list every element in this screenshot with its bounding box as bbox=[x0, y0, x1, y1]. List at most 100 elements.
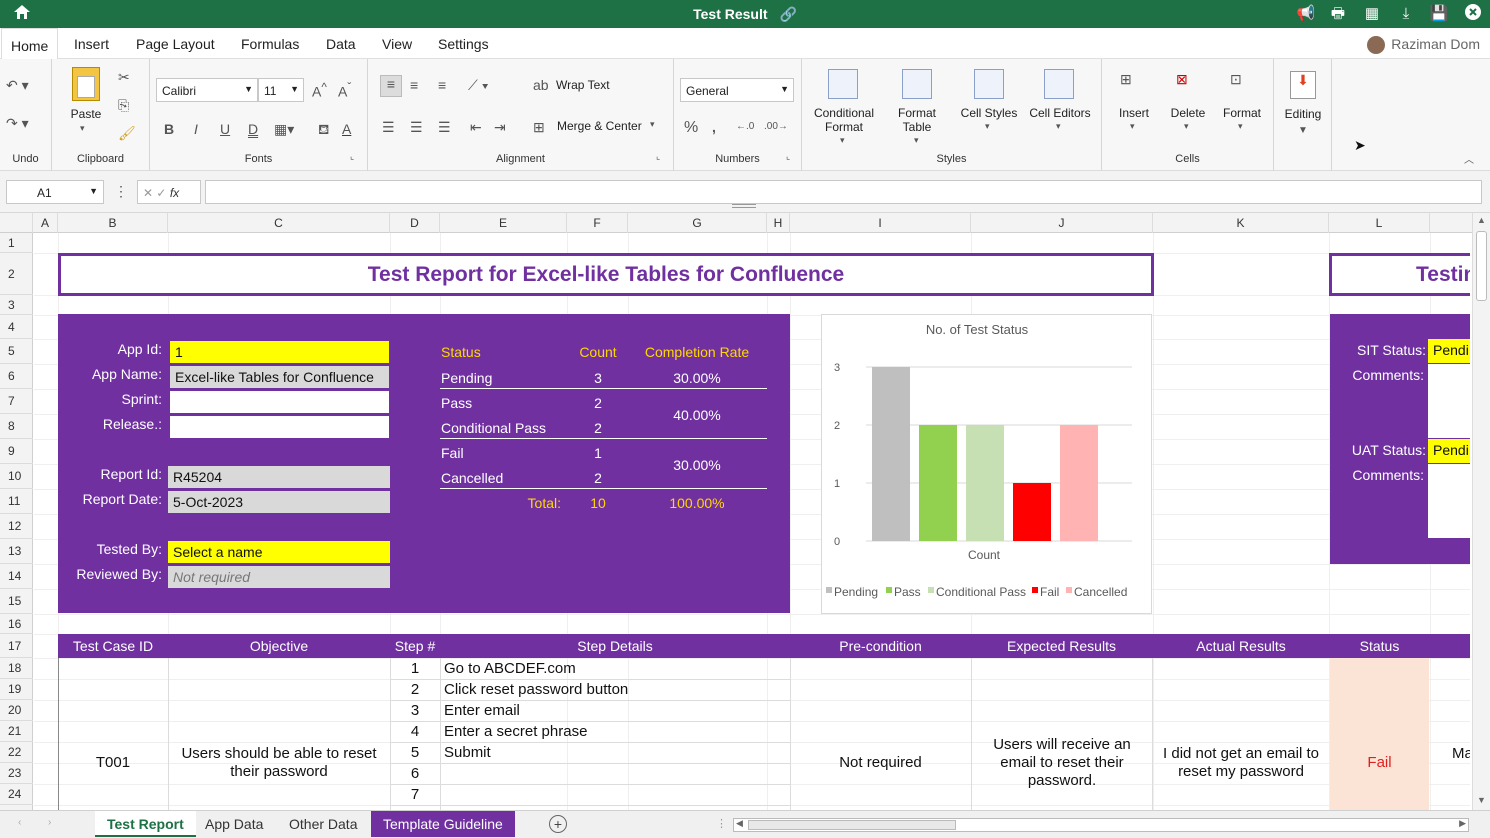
font-color-icon[interactable]: A bbox=[342, 121, 351, 137]
cell-editors-chevron-icon[interactable]: ▾ bbox=[1056, 121, 1061, 132]
fill-color-icon[interactable]: ⛾ bbox=[318, 121, 329, 140]
row-header[interactable]: 20 bbox=[0, 700, 33, 721]
row-header[interactable]: 14 bbox=[0, 564, 33, 589]
actual-results-cell[interactable]: I did not get an email to reset my passw… bbox=[1158, 745, 1324, 781]
close-icon[interactable] bbox=[1463, 4, 1483, 24]
row-header[interactable]: 18 bbox=[0, 658, 33, 679]
row-header[interactable]: 19 bbox=[0, 679, 33, 700]
underline-icon[interactable]: U bbox=[220, 121, 230, 137]
app-name-input[interactable]: Excel-like Tables for Confluence bbox=[170, 366, 389, 388]
tab-next-icon[interactable]: › bbox=[48, 817, 51, 828]
formula-input[interactable] bbox=[205, 180, 1482, 204]
decrease-indent-icon[interactable]: ⇤ bbox=[470, 119, 482, 136]
cell-styles-button[interactable]: Cell Styles bbox=[954, 106, 1024, 120]
tab-insert[interactable]: Insert bbox=[74, 36, 109, 52]
tab-formulas[interactable]: Formulas bbox=[241, 36, 299, 52]
row-header[interactable]: 12 bbox=[0, 514, 33, 539]
percent-icon[interactable]: % bbox=[684, 119, 698, 137]
step-detail[interactable]: Click reset password button bbox=[444, 681, 628, 698]
undo-icon[interactable]: ↶ ▾ bbox=[6, 77, 29, 94]
link-icon[interactable]: 🔗 bbox=[779, 6, 796, 22]
splitter-icon[interactable]: ⋮ bbox=[716, 817, 727, 830]
row-header[interactable]: 1 bbox=[0, 233, 33, 253]
row-header[interactable]: 10 bbox=[0, 464, 33, 489]
overflow-cell[interactable]: Ma bbox=[1452, 745, 1470, 762]
format-table-button[interactable]: Format Table bbox=[886, 106, 948, 134]
row-header[interactable]: 16 bbox=[0, 614, 33, 634]
align-right-icon[interactable]: ☰ bbox=[438, 119, 451, 136]
column-header[interactable]: D bbox=[390, 213, 440, 233]
enter-icon[interactable]: ✓ bbox=[156, 186, 166, 200]
row-header[interactable]: 17 bbox=[0, 634, 33, 658]
align-left-icon[interactable]: ☰ bbox=[382, 119, 395, 136]
cell-editors-icon[interactable] bbox=[1044, 69, 1074, 99]
objective-cell[interactable]: Users should be able to reset their pass… bbox=[174, 745, 384, 781]
format-painter-icon[interactable]: 🖌 bbox=[118, 125, 136, 142]
row-header[interactable]: 7 bbox=[0, 389, 33, 414]
spreadsheet-grid[interactable]: Test Report for Excel-like Tables for Co… bbox=[34, 233, 1470, 810]
column-header[interactable]: A bbox=[33, 213, 58, 233]
horizontal-scrollbar[interactable]: ◀ ▶ bbox=[733, 818, 1469, 832]
wrap-text-button[interactable]: Wrap Text bbox=[556, 78, 610, 92]
step-detail[interactable]: Enter email bbox=[444, 702, 520, 719]
sheet-tab-template-guideline[interactable]: Template Guideline bbox=[371, 811, 515, 837]
download-icon[interactable]: ⤓ bbox=[1396, 4, 1416, 24]
sheet-tab-app-data[interactable]: App Data bbox=[193, 811, 275, 837]
paste-icon[interactable] bbox=[72, 67, 100, 101]
status-cell[interactable]: Fail bbox=[1330, 754, 1429, 771]
tab-settings[interactable]: Settings bbox=[438, 36, 489, 52]
double-underline-icon[interactable]: D bbox=[248, 121, 258, 137]
user-menu[interactable]: Raziman Dom bbox=[1367, 36, 1480, 55]
wrap-text-icon[interactable]: ab bbox=[533, 77, 549, 93]
conditional-format-button[interactable]: Conditional Format bbox=[808, 106, 880, 134]
column-header[interactable]: G bbox=[628, 213, 767, 233]
cut-icon[interactable]: ✂ bbox=[118, 69, 130, 86]
column-header[interactable]: I bbox=[790, 213, 971, 233]
sit-comments-input[interactable] bbox=[1428, 364, 1470, 438]
merge-center-icon[interactable]: ⊞ bbox=[533, 119, 545, 136]
paste-button[interactable]: Paste bbox=[66, 107, 106, 121]
fx-icon[interactable]: fx bbox=[170, 186, 179, 200]
delete-chevron-icon[interactable]: ▾ bbox=[1184, 121, 1189, 132]
bold-icon[interactable]: B bbox=[164, 121, 174, 137]
cell-styles-chevron-icon[interactable]: ▾ bbox=[985, 121, 990, 132]
delete-cells-icon[interactable]: ⊠ bbox=[1176, 71, 1188, 88]
redo-icon[interactable]: ↷ ▾ bbox=[6, 115, 29, 132]
uat-status-select[interactable]: Pendi bbox=[1428, 439, 1470, 463]
comma-icon[interactable]: , bbox=[712, 119, 716, 135]
orientation-icon[interactable]: ⟋ ▾ bbox=[468, 77, 489, 94]
merge-center-button[interactable]: Merge & Center bbox=[557, 119, 642, 133]
insert-chevron-icon[interactable]: ▾ bbox=[1130, 121, 1135, 132]
tab-page-layout[interactable]: Page Layout bbox=[136, 36, 215, 52]
font-name-select[interactable]: Calibri ▼ bbox=[156, 78, 258, 102]
scroll-left-icon[interactable]: ◀ bbox=[736, 818, 743, 829]
horizontal-scroll-thumb[interactable] bbox=[748, 820, 956, 830]
number-format-select[interactable]: General ▼ bbox=[680, 78, 794, 102]
report-title[interactable]: Test Report for Excel-like Tables for Co… bbox=[58, 253, 1154, 296]
reviewed-by-input[interactable]: Not required bbox=[168, 566, 390, 588]
tested-by-select[interactable]: Select a name bbox=[168, 541, 390, 563]
row-header[interactable]: 4 bbox=[0, 315, 33, 339]
status-chart[interactable]: No. of Test Status 0 1 2 3 Count Pending Pass Co… bbox=[821, 314, 1152, 614]
tab-view[interactable]: View bbox=[382, 36, 412, 52]
sprint-input[interactable] bbox=[170, 391, 389, 413]
cell-editors-button[interactable]: Cell Editors bbox=[1024, 106, 1096, 120]
format-cells-button[interactable]: Format bbox=[1220, 106, 1264, 120]
tab-data[interactable]: Data bbox=[326, 36, 356, 52]
column-header[interactable]: F bbox=[567, 213, 628, 233]
step-number[interactable]: 7 bbox=[390, 786, 440, 803]
align-top-icon[interactable]: ≡ bbox=[380, 75, 402, 97]
vertical-scrollbar[interactable]: ▲ ▼ bbox=[1472, 213, 1490, 810]
add-sheet-icon[interactable]: + bbox=[549, 815, 567, 833]
decrease-font-icon[interactable]: Aˇ bbox=[338, 81, 351, 100]
print-icon[interactable]: 🖶 bbox=[1328, 4, 1348, 24]
row-header[interactable]: 9 bbox=[0, 439, 33, 464]
name-box[interactable]: A1 ▼ bbox=[6, 180, 104, 204]
row-header[interactable]: 15 bbox=[0, 589, 33, 614]
row-header[interactable]: 8 bbox=[0, 414, 33, 439]
align-center-icon[interactable]: ☰ bbox=[410, 119, 423, 136]
tab-prev-icon[interactable]: ‹ bbox=[18, 817, 21, 828]
column-header[interactable]: J bbox=[971, 213, 1153, 233]
more-options-icon[interactable]: ⋮ bbox=[114, 183, 128, 200]
conditional-format-chevron-icon[interactable]: ▾ bbox=[840, 135, 845, 146]
